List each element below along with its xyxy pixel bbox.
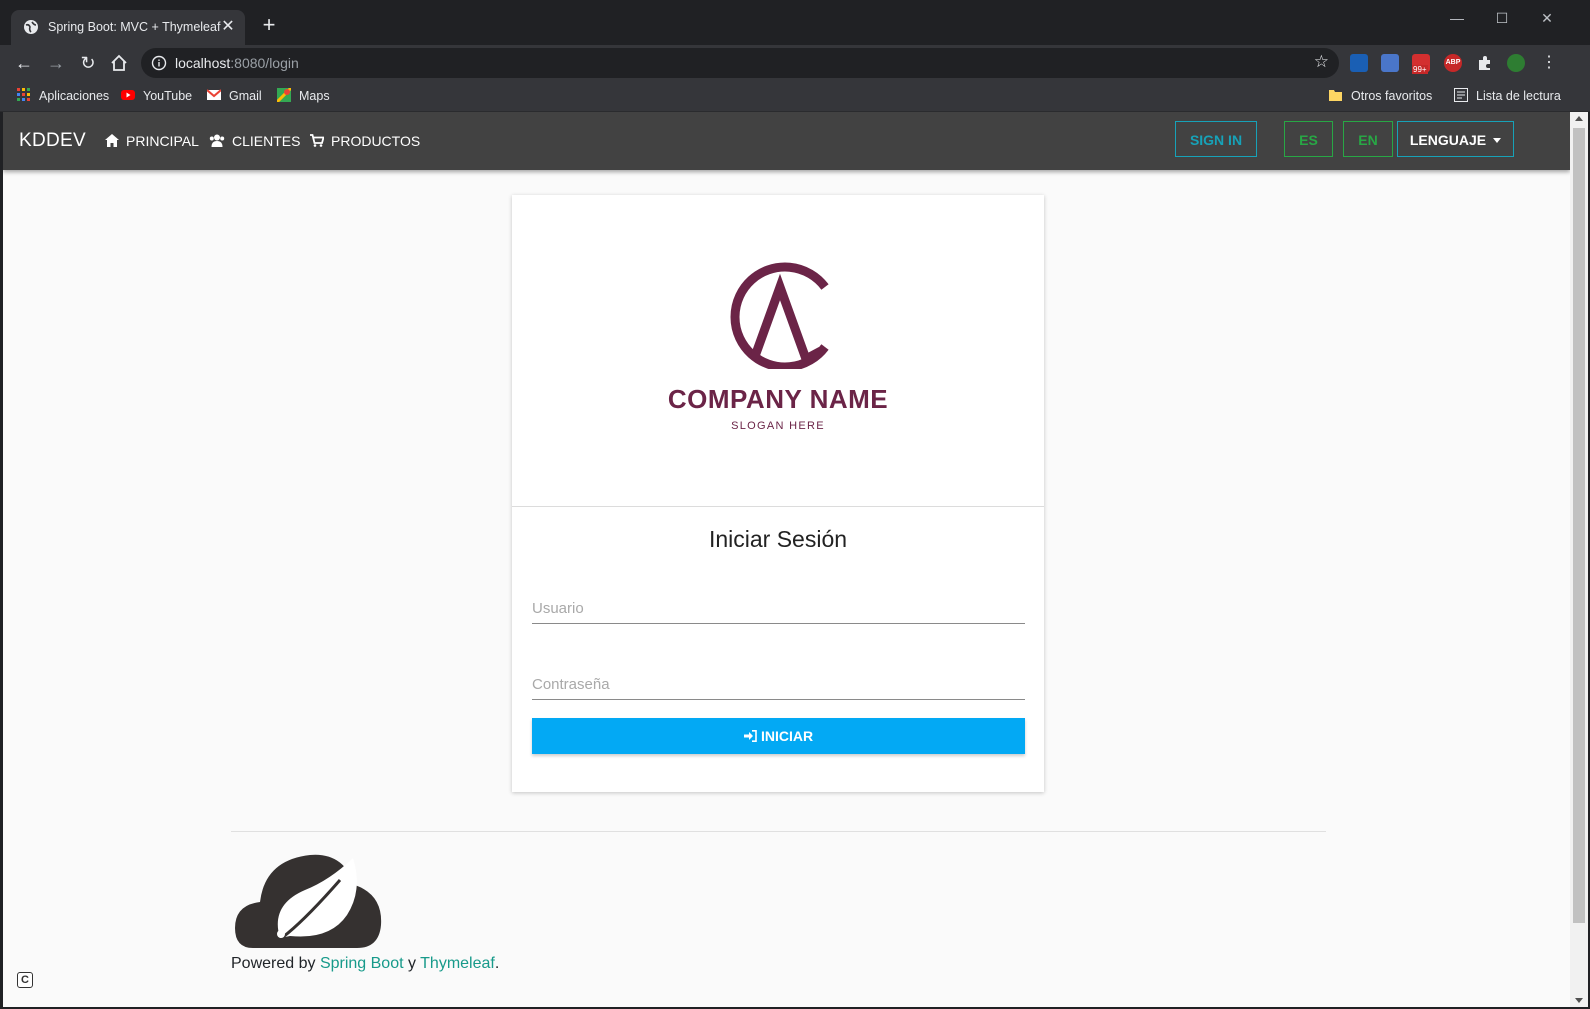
nav-link-principal[interactable]: PRINCIPAL xyxy=(105,133,199,149)
username-input[interactable] xyxy=(532,593,1025,624)
reload-button[interactable]: ↻ xyxy=(75,50,101,76)
extensions-puzzle-icon[interactable] xyxy=(1476,54,1494,72)
scrollbar-thumb[interactable] xyxy=(1573,128,1585,923)
maximize-button[interactable]: ☐ xyxy=(1485,6,1519,30)
company-name: COMPANY NAME xyxy=(667,384,889,414)
close-tab-icon[interactable]: ✕ xyxy=(219,18,237,36)
card-divider xyxy=(512,506,1044,507)
back-button[interactable]: ← xyxy=(11,50,37,76)
folder-icon xyxy=(1329,90,1342,101)
profile-avatar[interactable] xyxy=(1507,54,1525,72)
globe-icon xyxy=(24,20,38,34)
nav-link-productos[interactable]: PRODUCTOS xyxy=(310,133,420,149)
browser-window: Spring Boot: MVC + Thymeleaf + ✕ + — ☐ ✕… xyxy=(0,0,1590,1009)
login-title: Iniciar Sesión xyxy=(708,526,848,552)
info-icon xyxy=(151,55,167,71)
url-text: localhost:8080/login xyxy=(175,55,299,71)
navbar-brand[interactable]: KDDEV xyxy=(19,130,86,152)
new-tab-button[interactable]: + xyxy=(258,14,280,36)
youtube-icon xyxy=(121,90,135,100)
sign-in-icon xyxy=(743,730,757,742)
reading-list-icon xyxy=(1454,88,1468,102)
login-submit-label: INICIAR xyxy=(760,728,814,744)
bookmarks-bar: Aplicaciones YouTube Gmail Maps Otros fa… xyxy=(0,81,1590,112)
lang-en-button[interactable]: EN xyxy=(1343,121,1393,157)
browser-tab[interactable]: Spring Boot: MVC + Thymeleaf + ✕ xyxy=(11,10,245,45)
spring-leaf-logo-icon xyxy=(235,854,382,948)
apps-grid-icon xyxy=(17,88,30,101)
nav-link-clientes[interactable]: CLIENTES xyxy=(209,133,300,149)
login-submit-button[interactable]: INICIAR xyxy=(532,718,1025,754)
site-navbar: KDDEV PRINCIPAL CLIENTES PRODUCTOS SIGN … xyxy=(3,112,1570,170)
forward-button[interactable]: → xyxy=(43,50,69,76)
close-window-button[interactable]: ✕ xyxy=(1530,6,1564,30)
language-dropdown-label: LENGUAJE xyxy=(1409,132,1487,148)
extension-badge-icon[interactable]: 99+ xyxy=(1412,54,1430,74)
home-icon xyxy=(111,54,127,71)
home-icon xyxy=(105,134,119,147)
bookmark-gmail[interactable]: Gmail xyxy=(207,87,262,105)
gmail-icon xyxy=(207,89,221,100)
language-dropdown[interactable]: LENGUAJE xyxy=(1397,121,1514,157)
menu-kebab-icon[interactable]: ⋮ xyxy=(1536,50,1562,76)
page-viewport: KDDEV PRINCIPAL CLIENTES PRODUCTOS SIGN … xyxy=(3,112,1570,1007)
address-bar[interactable]: localhost:8080/login ☆ xyxy=(141,48,1339,78)
users-icon xyxy=(209,134,225,147)
spring-boot-link[interactable]: Spring Boot xyxy=(320,955,404,972)
bookmark-other-folder[interactable]: Otros favoritos xyxy=(1329,87,1432,105)
bookmark-apps[interactable]: Aplicaciones xyxy=(17,87,109,105)
password-input[interactable] xyxy=(532,669,1025,700)
extension-shield-icon[interactable] xyxy=(1350,54,1368,72)
minimize-button[interactable]: — xyxy=(1440,6,1474,30)
browser-toolbar: ← → ↻ localhost:8080/login ☆ 99+ ABP ⋮ xyxy=(0,45,1590,81)
extension-translate-icon[interactable] xyxy=(1381,54,1399,72)
home-button[interactable] xyxy=(106,50,132,76)
scroll-up-arrow-icon[interactable] xyxy=(1575,116,1583,121)
login-card: COMPANY NAME SLOGAN HERE Iniciar Sesión … xyxy=(512,195,1044,792)
footer-powered-by: Powered by Spring Boot y Thymeleaf. xyxy=(231,955,500,972)
vertical-scrollbar[interactable] xyxy=(1570,112,1588,1007)
extension-badge-count: 99+ xyxy=(1412,65,1428,74)
sign-in-button[interactable]: SIGN IN xyxy=(1175,121,1257,157)
footer-divider xyxy=(231,831,1326,832)
reading-list[interactable]: Lista de lectura xyxy=(1454,87,1561,105)
lang-es-button[interactable]: ES xyxy=(1284,121,1333,157)
scroll-down-arrow-icon[interactable] xyxy=(1575,998,1583,1003)
adblock-icon[interactable]: ABP xyxy=(1444,54,1462,72)
thymeleaf-link[interactable]: Thymeleaf xyxy=(420,955,495,972)
caret-down-icon xyxy=(1493,138,1502,143)
bookmark-youtube[interactable]: YouTube xyxy=(121,87,192,105)
company-logo-icon xyxy=(730,262,829,369)
copyright-badge-icon: C xyxy=(17,972,33,988)
company-slogan: SLOGAN HERE xyxy=(731,420,825,432)
tab-strip: Spring Boot: MVC + Thymeleaf + ✕ + — ☐ ✕ xyxy=(0,0,1590,45)
maps-icon xyxy=(277,88,291,102)
bookmark-star-icon[interactable]: ☆ xyxy=(1314,52,1329,72)
bookmark-maps[interactable]: Maps xyxy=(277,87,330,105)
shopping-cart-icon xyxy=(310,134,325,147)
tab-title: Spring Boot: MVC + Thymeleaf + xyxy=(48,20,223,34)
